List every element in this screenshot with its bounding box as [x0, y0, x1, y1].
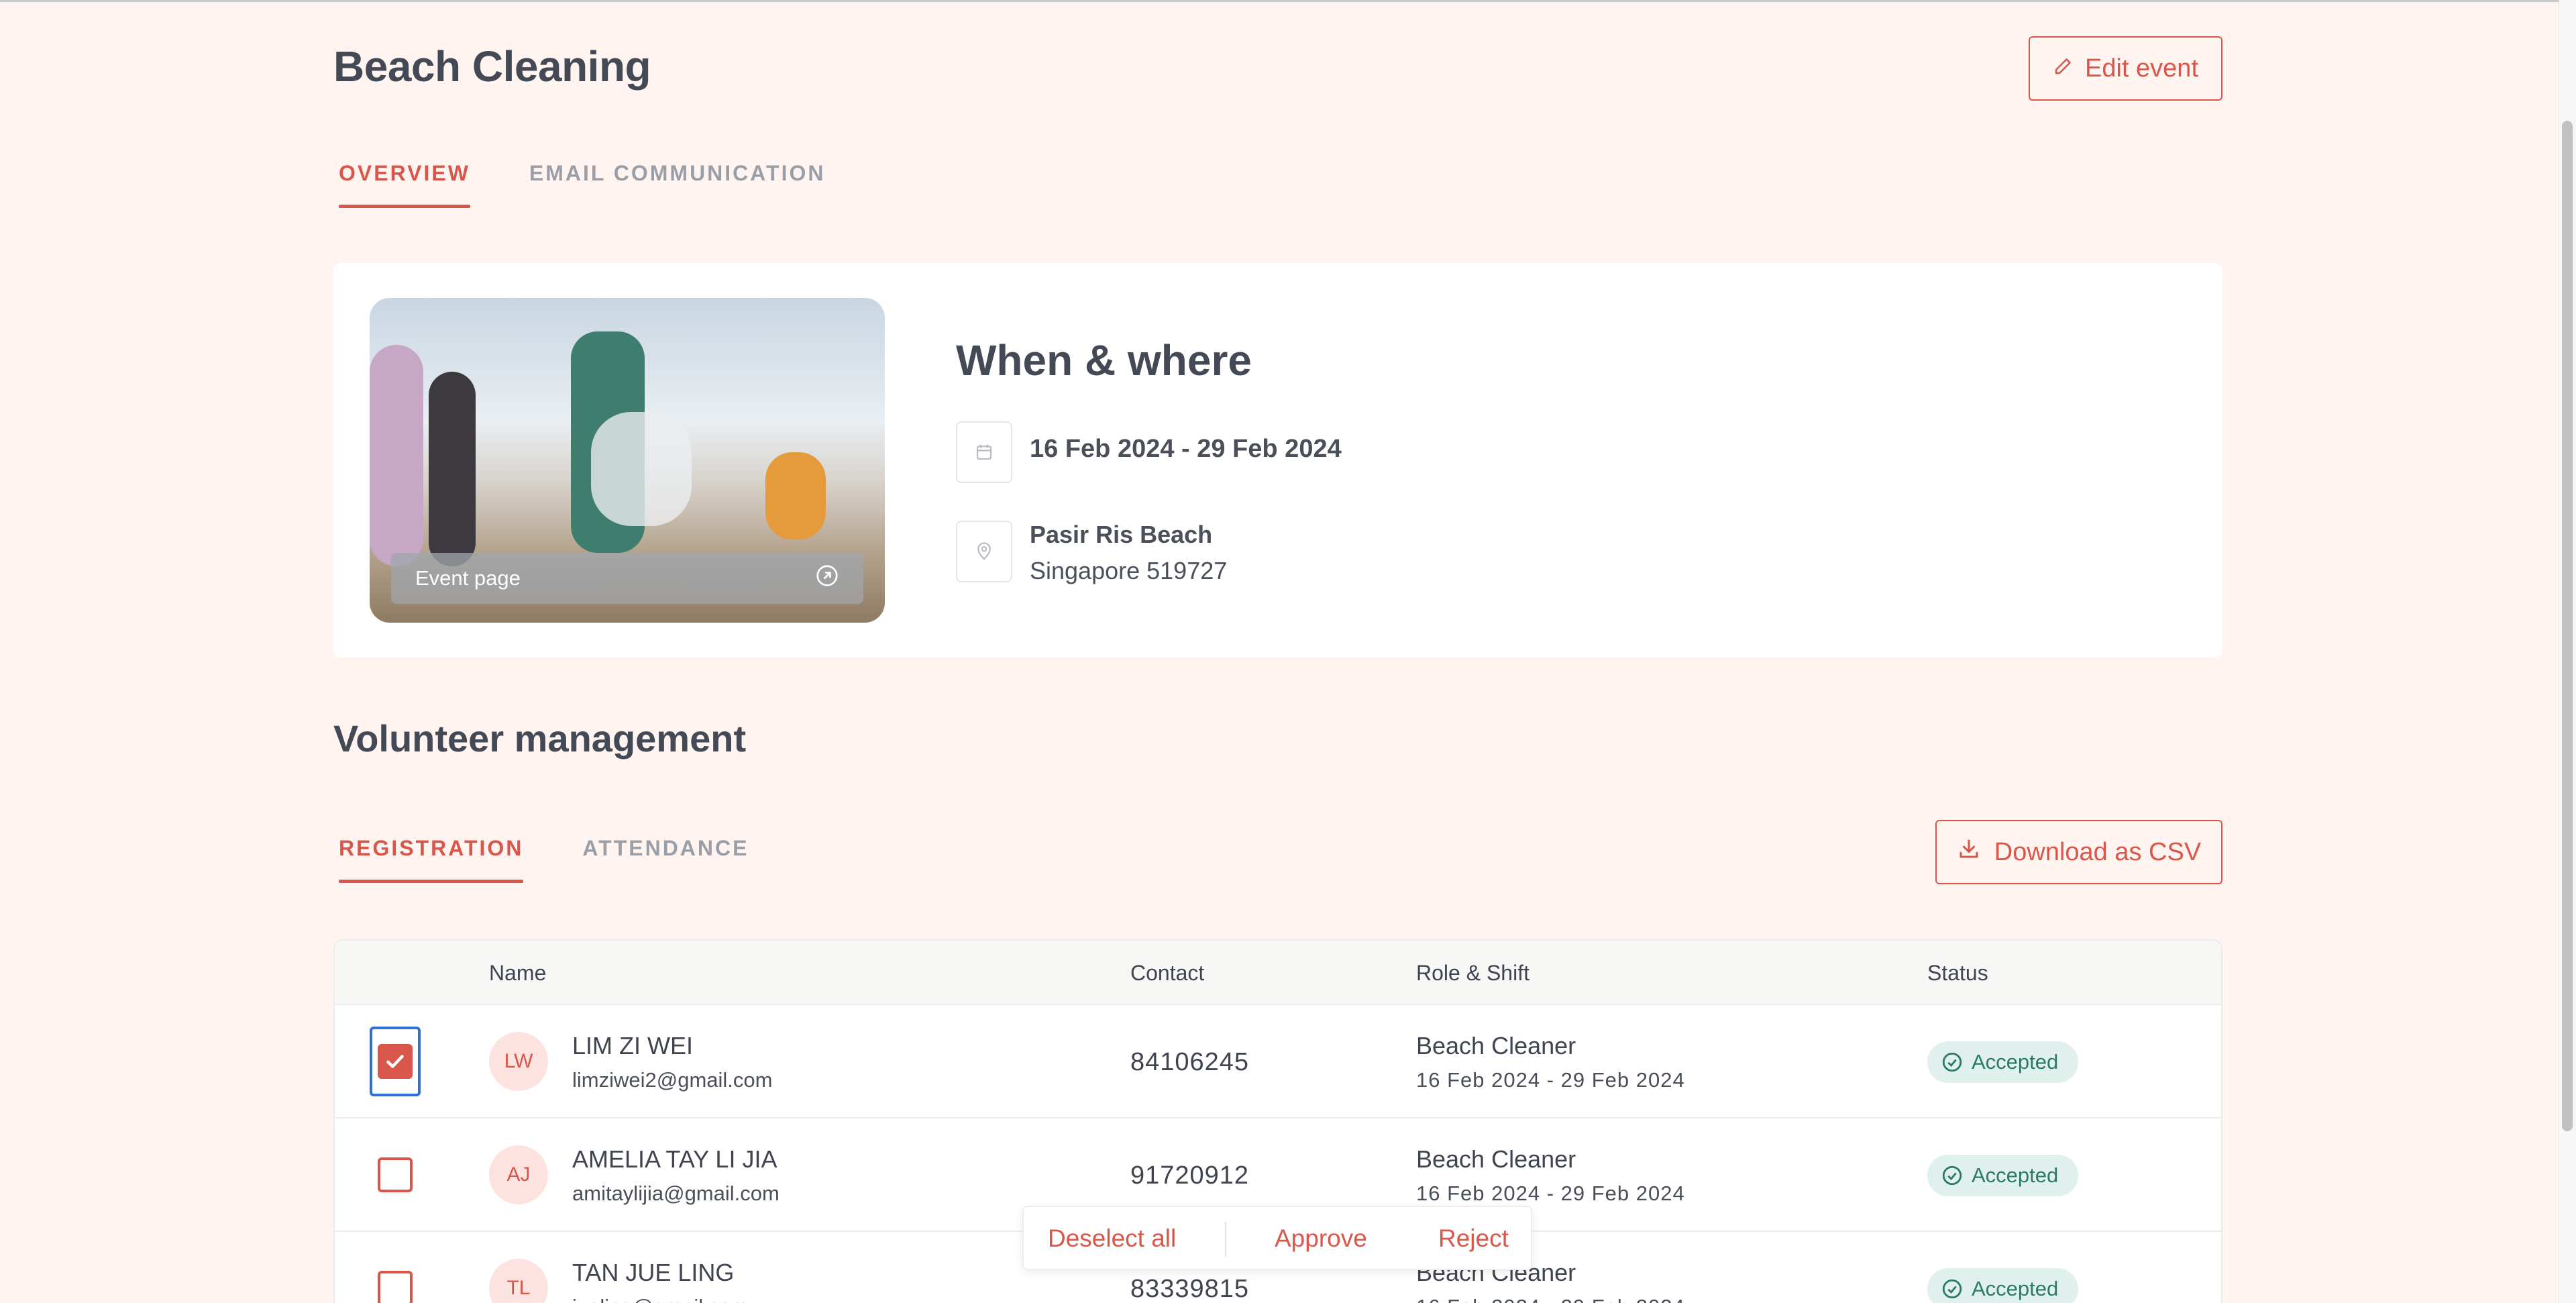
avatar: AJ — [489, 1145, 548, 1204]
volunteer-email: amitaylijia@gmail.com — [572, 1182, 780, 1205]
location-name: Pasir Ris Beach — [1030, 521, 1213, 548]
volunteer-name: AMELIA TAY LI JIA — [572, 1145, 777, 1173]
scrollbar-thumb[interactable] — [2562, 121, 2573, 1131]
deselect-all-button[interactable]: Deselect all — [1048, 1224, 1176, 1253]
event-page-link[interactable]: Event page — [391, 553, 863, 604]
bulk-action-bar: Deselect all Approve Reject — [1022, 1206, 1532, 1270]
table-header: Name Contact Role & Shift Status — [335, 941, 2221, 1005]
download-csv-button[interactable]: Download as CSV — [1935, 820, 2222, 884]
column-header-role-shift[interactable]: Role & Shift — [1416, 961, 1529, 986]
pencil-icon — [2053, 54, 2073, 83]
edit-event-button[interactable]: Edit event — [2029, 36, 2222, 101]
status-badge: Accepted — [1927, 1041, 2079, 1083]
status-badge: Accepted — [1927, 1268, 2079, 1303]
column-header-contact[interactable]: Contact — [1130, 961, 1204, 986]
column-header-name[interactable]: Name — [489, 961, 546, 986]
check-circle-icon — [1942, 1279, 1962, 1299]
scrollbar[interactable] — [2559, 0, 2576, 1303]
volunteer-contact: 91720912 — [1130, 1161, 1250, 1190]
status-badge: Accepted — [1927, 1155, 2079, 1196]
location-address: Singapore 519727 — [1030, 557, 1228, 584]
avatar: LW — [489, 1032, 548, 1091]
volunteer-contact: 83339815 — [1130, 1275, 1250, 1303]
table-row[interactable]: LW LIM ZI WEI limziwei2@gmail.com 841062… — [335, 1005, 2221, 1118]
event-tabs: OVERVIEW EMAIL COMMUNICATION — [339, 161, 825, 208]
map-pin-icon — [956, 521, 1012, 582]
tab-overview[interactable]: OVERVIEW — [339, 161, 470, 208]
volunteer-shift: 16 Feb 2024 - 29 Feb 2024 — [1416, 1068, 1685, 1092]
row-checkbox[interactable] — [378, 1271, 413, 1303]
tab-registration[interactable]: REGISTRATION — [339, 836, 524, 883]
event-date-range: 16 Feb 2024 - 29 Feb 2024 — [1030, 435, 1342, 463]
volunteer-role: Beach Cleaner — [1416, 1145, 1576, 1173]
volunteer-tabs: REGISTRATION ATTENDANCE — [339, 836, 749, 883]
volunteer-email: limziwei2@gmail.com — [572, 1068, 773, 1092]
window-top-border — [0, 0, 2576, 2]
download-icon — [1957, 837, 1981, 868]
volunteer-contact: 84106245 — [1130, 1048, 1250, 1076]
volunteer-role: Beach Cleaner — [1416, 1032, 1576, 1059]
row-checkbox[interactable] — [378, 1044, 413, 1079]
volunteer-management-title: Volunteer management — [333, 717, 747, 760]
status-label: Accepted — [1972, 1277, 2059, 1300]
action-divider — [1225, 1222, 1226, 1257]
edit-event-label: Edit event — [2085, 54, 2198, 83]
when-where-title: When & where — [956, 336, 1252, 384]
volunteer-shift: 16 Feb 2024 - 29 Feb 2024 — [1416, 1295, 1685, 1303]
avatar: TL — [489, 1259, 548, 1303]
event-image: Event page — [370, 298, 885, 623]
calendar-icon — [956, 421, 1012, 483]
checkmark-icon — [386, 1055, 404, 1068]
volunteer-shift: 16 Feb 2024 - 29 Feb 2024 — [1416, 1182, 1685, 1205]
event-page-label: Event page — [415, 566, 521, 590]
row-checkbox[interactable] — [378, 1157, 413, 1192]
tab-attendance[interactable]: ATTENDANCE — [582, 836, 749, 883]
reject-button[interactable]: Reject — [1438, 1224, 1509, 1253]
status-label: Accepted — [1972, 1163, 2059, 1187]
page-title: Beach Cleaning — [333, 42, 651, 91]
volunteer-name: LIM ZI WEI — [572, 1032, 693, 1059]
tab-email-communication[interactable]: EMAIL COMMUNICATION — [529, 161, 826, 208]
column-header-status[interactable]: Status — [1927, 961, 1988, 986]
check-circle-icon — [1942, 1052, 1962, 1072]
event-details-card: Event page When & where 16 Feb 2024 - 29… — [333, 263, 2222, 658]
volunteer-name: TAN JUE LING — [572, 1259, 735, 1286]
download-csv-label: Download as CSV — [1994, 837, 2202, 866]
external-link-icon — [815, 564, 839, 593]
status-label: Accepted — [1972, 1050, 2059, 1074]
check-circle-icon — [1942, 1165, 1962, 1186]
approve-button[interactable]: Approve — [1275, 1224, 1367, 1253]
volunteer-email: jueling@gmail.com — [572, 1295, 748, 1303]
